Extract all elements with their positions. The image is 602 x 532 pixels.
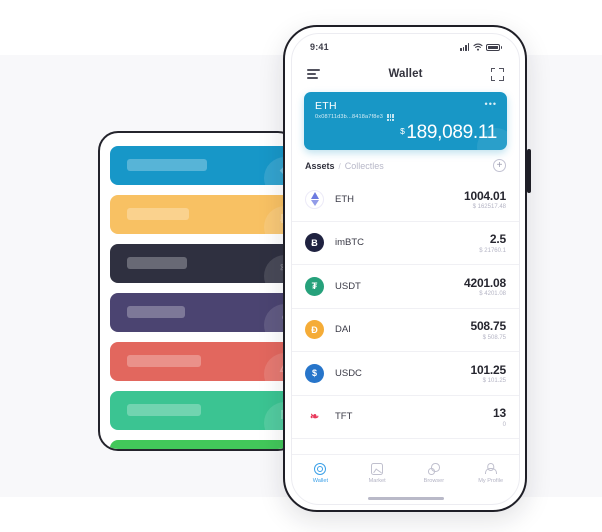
asset-amount: 4201.08 — [464, 275, 506, 290]
skeleton-card[interactable]: N — [110, 391, 296, 430]
asset-amount: 508.75 — [470, 319, 506, 333]
phone-screen: 9:41 Wallet ETH 0x08711d3b...8418a7f8e3 … — [291, 33, 520, 505]
skeleton-card-list: ◆Ƀ⚛●△NɃŁ — [110, 146, 296, 449]
asset-values: 4201.08 $ 4201.08 — [464, 276, 506, 298]
asset-usd-value: $ 4201.08 — [479, 291, 506, 297]
asset-amount: 101.25 — [470, 362, 506, 377]
asset-values: 2.5 $ 21760.1 — [479, 232, 506, 254]
asset-name: DAI — [335, 324, 351, 336]
skeleton-card[interactable]: ⚛ — [110, 244, 296, 283]
asset-name: USDT — [335, 280, 361, 292]
phone-mockup: 9:41 Wallet ETH 0x08711d3b...8418a7f8e3 … — [283, 25, 531, 512]
cellular-signal-icon — [459, 43, 470, 51]
scan-qr-icon[interactable] — [490, 67, 504, 81]
app-bar: Wallet — [292, 60, 519, 88]
asset-values: 13 0 — [493, 406, 506, 428]
status-time: 9:41 — [310, 42, 329, 52]
wallet-tab-icon — [314, 463, 327, 475]
home-indicator — [292, 492, 519, 504]
asset-values: 508.75 $ 508.75 — [470, 319, 506, 341]
tab-wallet[interactable]: Wallet — [292, 463, 349, 484]
power-button[interactable] — [526, 149, 531, 193]
asset-name: TFT — [335, 411, 353, 423]
wallet-address: 0x08711d3b...8418a7f8e3 — [315, 114, 384, 121]
status-icons — [459, 43, 502, 51]
asset-row[interactable]: Đ DAI 508.75 $ 508.75 — [292, 309, 519, 352]
asset-list: ETH 1004.01 $ 162517.48 ɃimBTC 2.5 $ 21760.1 ₮… — [292, 178, 519, 454]
asset-usd-value: 0 — [502, 421, 506, 428]
wifi-icon — [473, 43, 483, 51]
tab-label: Wallet — [312, 478, 329, 484]
asset-values: 1004.01 $ 162517.48 — [464, 189, 506, 211]
balance-card[interactable]: ETH 0x08711d3b...8418a7f8e3 ••• $ 189,08… — [304, 92, 507, 150]
plus-circle-icon[interactable]: + — [493, 159, 506, 172]
market-tab-icon — [371, 463, 384, 475]
asset-row[interactable]: ₮ USDT 4201.08 $ 4201.08 — [292, 265, 519, 309]
status-bar: 9:41 — [292, 34, 519, 60]
imbtc-icon: Ƀ — [305, 233, 324, 253]
tab-my-profile[interactable]: My Profile — [462, 463, 519, 484]
tab-label: Market — [368, 478, 386, 484]
skeleton-card[interactable]: Ƀ — [110, 195, 296, 234]
usdc-icon: $ — [305, 363, 324, 383]
asset-amount: 2.5 — [489, 232, 506, 246]
skeleton-card[interactable]: ◆ — [110, 146, 296, 185]
balance-currency: $ — [400, 126, 405, 136]
bottom-tab-bar: Wallet Market Browser My Profile — [292, 454, 519, 492]
skeleton-placeholder-bar — [127, 306, 185, 318]
dai-icon: Đ — [305, 320, 324, 340]
skeleton-placeholder-bar — [127, 404, 201, 416]
balance-address-row[interactable]: 0x08711d3b...8418a7f8e3 — [315, 114, 496, 121]
qr-code-icon[interactable] — [387, 114, 394, 121]
assets-header: Assets / Collectles + — [292, 150, 519, 178]
usdt-icon: ₮ — [305, 276, 324, 296]
asset-row[interactable]: ɃimBTC 2.5 $ 21760.1 — [292, 222, 519, 265]
asset-name: imBTC — [335, 237, 365, 249]
asset-amount: 1004.01 — [464, 188, 506, 203]
skeleton-card[interactable]: Ƀ — [110, 440, 296, 449]
skeleton-card-panel: ◆Ƀ⚛●△NɃŁ — [98, 131, 298, 451]
tab-separator: / — [338, 161, 341, 171]
skeleton-placeholder-bar — [127, 257, 187, 269]
card-more-button[interactable]: ••• — [485, 100, 497, 109]
skeleton-placeholder-bar — [127, 208, 189, 220]
asset-row[interactable]: ❧ TFT 13 0 — [292, 396, 519, 439]
asset-row[interactable]: $ USDC 101.25 $ 101.25 — [292, 352, 519, 396]
assets-tabs: Assets / Collectles — [305, 161, 384, 171]
skeleton-card[interactable]: △ — [110, 342, 296, 381]
tab-assets[interactable]: Assets — [305, 161, 335, 171]
profile-tab-icon — [485, 463, 497, 475]
eth-icon — [305, 189, 324, 209]
balance-card-wrapper: ETH 0x08711d3b...8418a7f8e3 ••• $ 189,08… — [292, 88, 519, 150]
asset-usd-value: $ 21760.1 — [479, 247, 506, 254]
asset-values: 101.25 $ 101.25 — [470, 363, 506, 385]
page-title: Wallet — [388, 68, 423, 80]
asset-amount: 13 — [493, 406, 506, 420]
hamburger-menu-icon[interactable] — [307, 69, 320, 79]
asset-name: USDC — [335, 367, 362, 379]
browser-tab-icon — [428, 463, 440, 475]
skeleton-card[interactable]: ● — [110, 293, 296, 332]
asset-usd-value: $ 162517.48 — [472, 204, 506, 210]
tft-icon: ❧ — [305, 407, 324, 427]
tab-label: My Profile — [478, 478, 504, 484]
balance-symbol: ETH — [315, 100, 337, 112]
tab-label: Browser — [423, 478, 445, 484]
skeleton-placeholder-bar — [127, 159, 207, 171]
skeleton-placeholder-bar — [127, 355, 201, 367]
battery-icon — [486, 43, 502, 51]
asset-name: ETH — [335, 193, 354, 205]
asset-row[interactable]: ETH 1004.01 $ 162517.48 — [292, 178, 519, 222]
tab-market[interactable]: Market — [349, 463, 406, 484]
tab-collectibles[interactable]: Collectles — [345, 161, 384, 171]
tab-browser[interactable]: Browser — [406, 463, 463, 484]
asset-usd-value: $ 101.25 — [482, 378, 506, 384]
asset-usd-value: $ 508.75 — [482, 334, 506, 341]
